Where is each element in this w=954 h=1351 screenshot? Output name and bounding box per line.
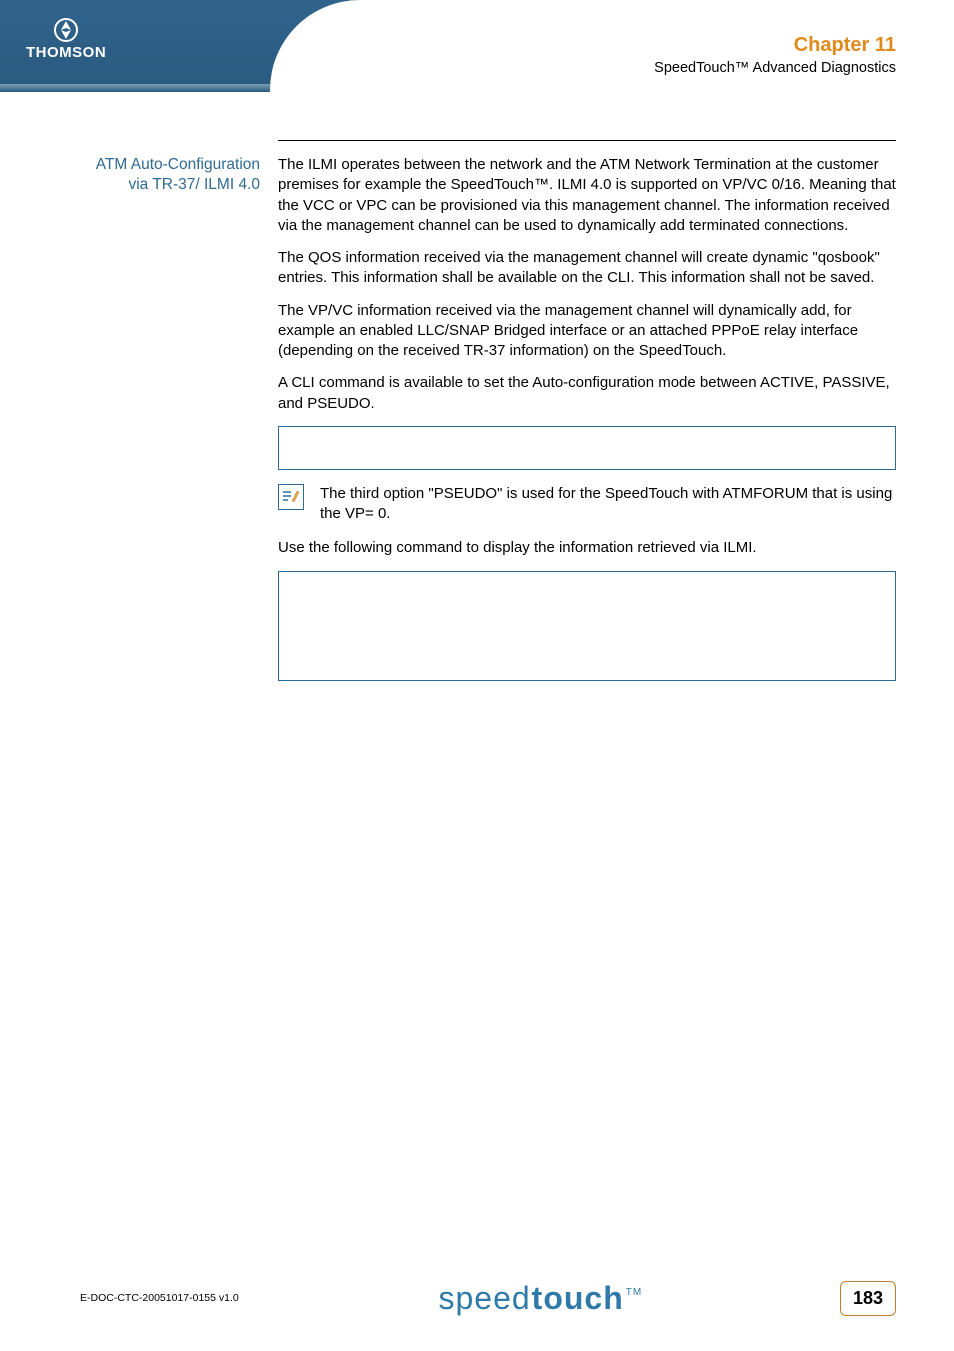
page-footer: E-DOC-CTC-20051017-0155 v1.0 speedtouchT… [0,1265,954,1331]
logo-light: speed [438,1280,530,1317]
thomson-wordmark: THOMSON [26,44,106,61]
paragraph-5: Use the following command to display the… [278,538,896,558]
section-side-heading: ATM Auto-Configuration via TR-37/ ILMI 4… [80,155,260,195]
document-id: E-DOC-CTC-20051017-0155 v1.0 [80,1292,239,1304]
chapter-header: Chapter 11 SpeedTouch™ Advanced Diagnost… [654,34,896,76]
logo-bold: touch [532,1280,624,1317]
section-heading-line1: ATM Auto-Configuration [96,156,260,173]
chapter-label: Chapter 11 [654,34,896,57]
code-block-1 [278,426,896,470]
speedtouch-logo: speedtouchTM [438,1280,640,1317]
paragraph-1: The ILMI operates between the network an… [278,155,896,236]
paragraph-3: The VP/VC information received via the m… [278,301,896,362]
note-block: The third option "PSEUDO" is used for th… [278,484,896,525]
section-heading-line2: via TR-37/ ILMI 4.0 [128,176,260,193]
thomson-logo: THOMSON [26,18,106,61]
section-body: The ILMI operates between the network an… [278,155,896,695]
note-text: The third option "PSEUDO" is used for th… [320,484,896,525]
paragraph-4: A CLI command is available to set the Au… [278,373,896,414]
paragraph-2: The QOS information received via the man… [278,248,896,289]
thomson-mark-icon [53,18,79,42]
note-icon [278,484,304,510]
chapter-subtitle: SpeedTouch™ Advanced Diagnostics [654,60,896,76]
logo-tm: TM [626,1287,642,1298]
code-block-2 [278,571,896,681]
section-rule [278,140,896,141]
page-number: 183 [840,1281,896,1316]
page-content: ATM Auto-Configuration via TR-37/ ILMI 4… [80,140,896,695]
